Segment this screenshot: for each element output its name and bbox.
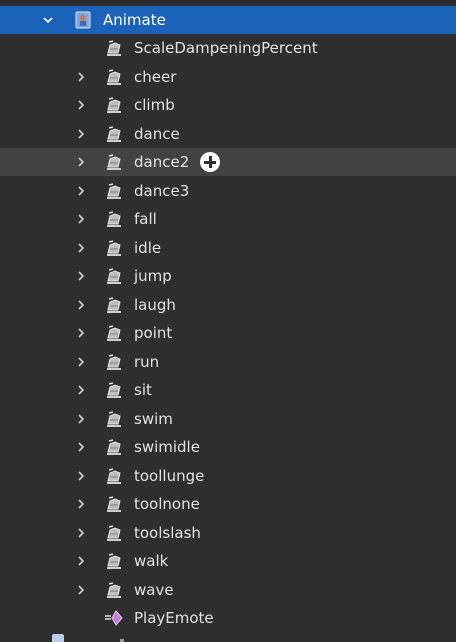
- tree-row-swimidle[interactable]: swimidle: [0, 433, 456, 461]
- tree-row-label: point: [134, 324, 173, 342]
- tree-row-dance[interactable]: dance: [0, 120, 456, 148]
- tree-row-laugh[interactable]: laugh: [0, 291, 456, 319]
- string-value-icon: [104, 296, 124, 314]
- bindable-function-icon: [104, 609, 124, 627]
- local-script-icon: [74, 11, 94, 29]
- top-divider: [0, 0, 456, 4]
- tree-row-label: dance3: [134, 182, 190, 200]
- chevron-right-icon[interactable]: [73, 63, 89, 91]
- tree-row-label: dance2: [134, 153, 190, 171]
- tree-row-wave[interactable]: wave: [0, 576, 456, 604]
- tree-row-label: PlayEmote: [134, 609, 214, 627]
- chevron-right-icon[interactable]: [73, 91, 89, 119]
- add-object-button[interactable]: [200, 152, 220, 172]
- tree-row-label: ScaleDampeningPercent: [134, 39, 318, 57]
- tree-row-label: toolslash: [134, 524, 201, 542]
- chevron-right-icon[interactable]: [73, 148, 89, 176]
- tree-row-label: wave: [134, 581, 174, 599]
- tree-row-label: toollunge: [134, 467, 205, 485]
- string-value-icon: [104, 524, 124, 542]
- string-value-icon: [104, 467, 124, 485]
- tree-row-cheer[interactable]: cheer: [0, 63, 456, 91]
- explorer-tree: Animate ScaleDampeningPercent cheer climb d…: [0, 0, 456, 642]
- tree-row-sit[interactable]: sit: [0, 376, 456, 404]
- chevron-right-icon[interactable]: [73, 291, 89, 319]
- next-item-icon: [52, 634, 64, 642]
- chevron-right-icon[interactable]: [73, 433, 89, 461]
- tree-row-label: sit: [134, 381, 152, 399]
- tree-row-label: laugh: [134, 296, 176, 314]
- tree-row-label: climb: [134, 96, 175, 114]
- chevron-right-icon[interactable]: [73, 262, 89, 290]
- tree-row-point[interactable]: point: [0, 319, 456, 347]
- tree-row-label: walk: [134, 552, 169, 570]
- string-value-icon: [104, 239, 124, 257]
- string-value-icon: [104, 125, 124, 143]
- chevron-right-icon[interactable]: [73, 490, 89, 518]
- chevron-right-icon[interactable]: [73, 319, 89, 347]
- chevron-right-icon[interactable]: [73, 462, 89, 490]
- chevron-right-icon[interactable]: [73, 519, 89, 547]
- chevron-down-icon[interactable]: [40, 6, 56, 34]
- string-value-icon: [104, 495, 124, 513]
- tree-row-animate[interactable]: Animate: [0, 6, 456, 34]
- tree-row-dance3[interactable]: dance3: [0, 177, 456, 205]
- tree-row-scaledampeningpercent[interactable]: ScaleDampeningPercent: [0, 34, 456, 62]
- string-value-icon: [104, 552, 124, 570]
- tree-row-label: jump: [134, 267, 172, 285]
- string-value-icon: [104, 39, 124, 57]
- string-value-icon: [104, 353, 124, 371]
- tree-row-label: swimidle: [134, 438, 200, 456]
- tree-row-label: swim: [134, 410, 173, 428]
- tree-row-label: toolnone: [134, 495, 200, 513]
- tree-row-toolslash[interactable]: toolslash: [0, 519, 456, 547]
- tree-row-fall[interactable]: fall: [0, 205, 456, 233]
- chevron-right-icon[interactable]: [73, 234, 89, 262]
- tree-row-toolnone[interactable]: toolnone: [0, 490, 456, 518]
- chevron-right-icon[interactable]: [73, 177, 89, 205]
- chevron-right-icon[interactable]: [73, 348, 89, 376]
- chevron-right-icon[interactable]: [73, 376, 89, 404]
- chevron-right-icon[interactable]: [73, 205, 89, 233]
- tree-row-label: idle: [134, 239, 162, 257]
- string-value-icon: [104, 153, 124, 171]
- tree-row-dance2[interactable]: dance2: [0, 148, 456, 176]
- chevron-right-icon[interactable]: [73, 405, 89, 433]
- chevron-right-icon[interactable]: [73, 547, 89, 575]
- string-value-icon: [104, 267, 124, 285]
- tree-row-climb[interactable]: climb: [0, 91, 456, 119]
- string-value-icon: [104, 68, 124, 86]
- string-value-icon: [104, 182, 124, 200]
- tree-row-toollunge[interactable]: toollunge: [0, 462, 456, 490]
- tree-row-playemote[interactable]: PlayEmote: [0, 604, 456, 632]
- string-value-icon: [104, 438, 124, 456]
- string-value-icon: [104, 410, 124, 428]
- chevron-right-icon[interactable]: [73, 120, 89, 148]
- string-value-icon: [104, 96, 124, 114]
- tree-row-label: cheer: [134, 68, 177, 86]
- string-value-icon: [104, 581, 124, 599]
- tree-row-jump[interactable]: jump: [0, 262, 456, 290]
- tree-row-idle[interactable]: idle: [0, 234, 456, 262]
- tree-row-label: dance: [134, 125, 180, 143]
- tree-row-swim[interactable]: swim: [0, 405, 456, 433]
- tree-row-run[interactable]: run: [0, 348, 456, 376]
- tree-row-label: Animate: [103, 11, 166, 29]
- tree-row-label: fall: [134, 210, 157, 228]
- string-value-icon: [104, 210, 124, 228]
- tree-row-walk[interactable]: walk: [0, 547, 456, 575]
- tree-row-label: run: [134, 353, 160, 371]
- string-value-icon: [104, 324, 124, 342]
- chevron-right-icon[interactable]: [73, 576, 89, 604]
- string-value-icon: [104, 381, 124, 399]
